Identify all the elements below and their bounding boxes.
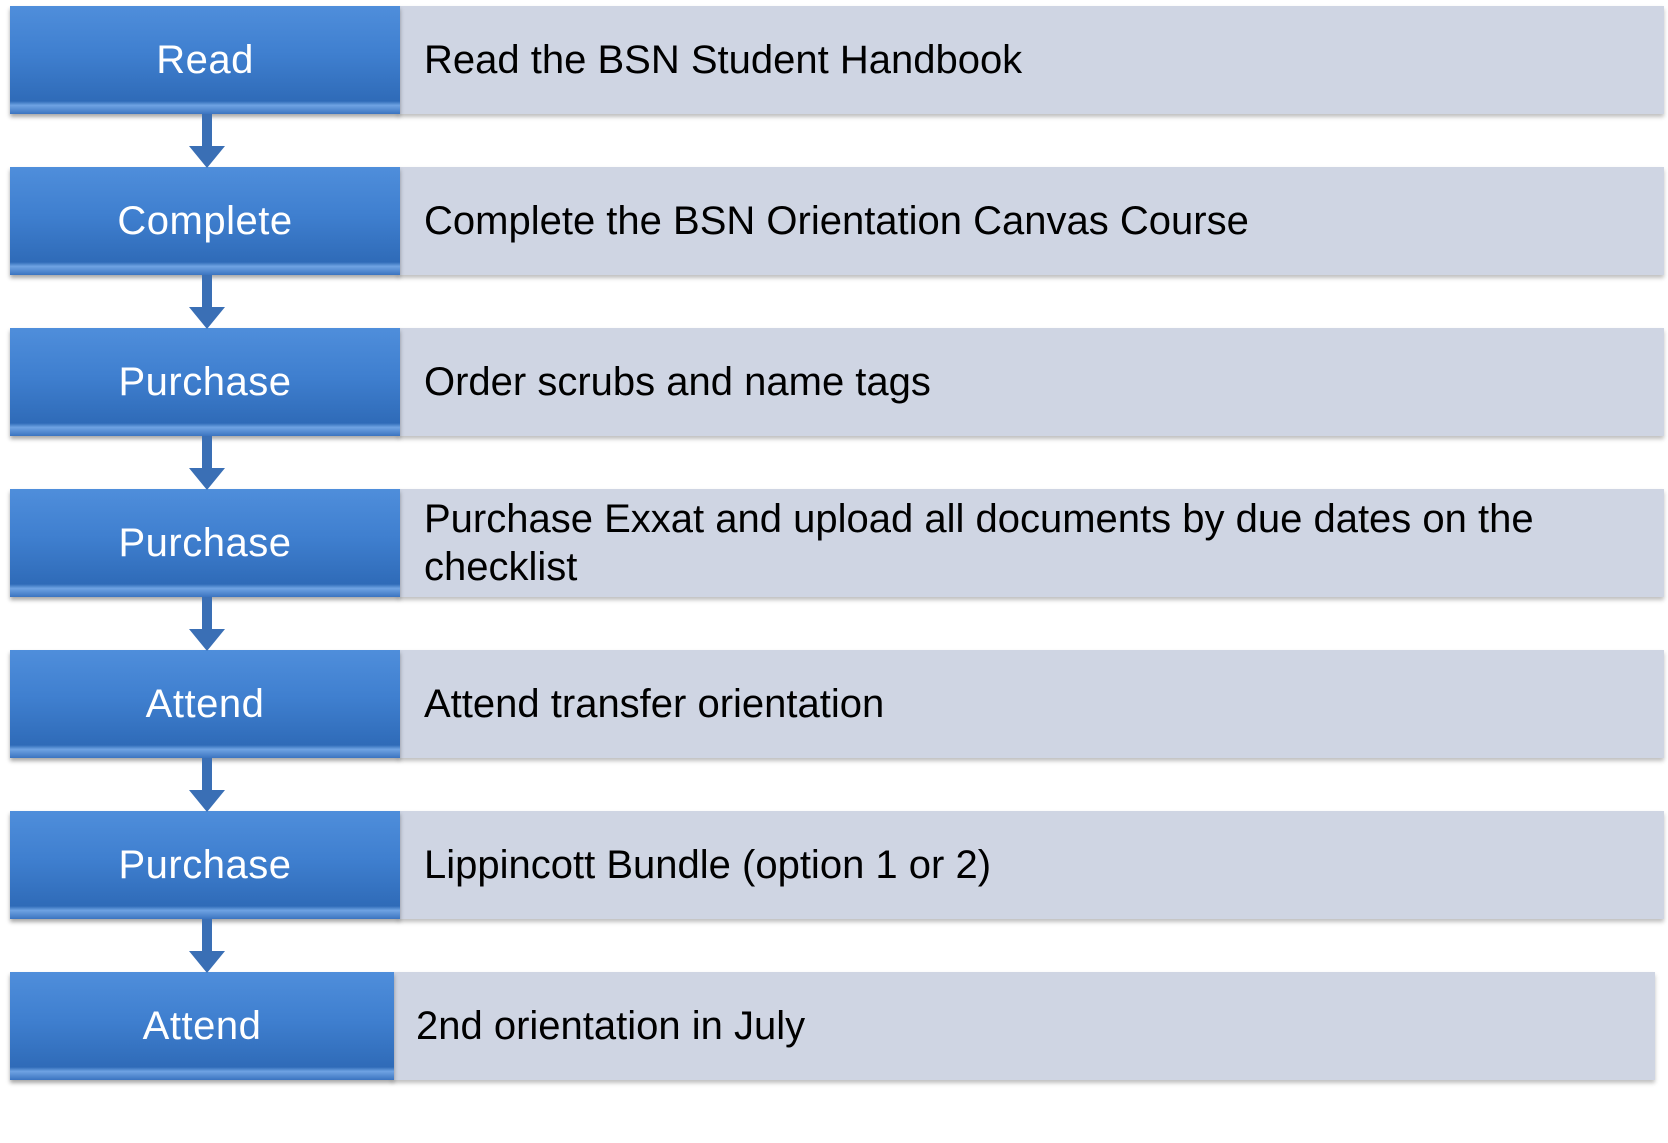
step-label-box: Complete xyxy=(10,167,400,275)
step-description-box: Lippincott Bundle (option 1 or 2) xyxy=(398,811,1664,919)
step-description: Order scrubs and name tags xyxy=(424,360,931,404)
step-label-box: Purchase xyxy=(10,489,400,597)
step-description: Purchase Exxat and upload all documents … xyxy=(424,497,1534,589)
step-description-box: Complete the BSN Orientation Canvas Cour… xyxy=(398,167,1664,275)
step-description-box: Read the BSN Student Handbook xyxy=(398,6,1664,114)
step-label: Purchase xyxy=(118,359,292,404)
down-arrow-icon xyxy=(187,275,227,329)
step-7: Attend 2nd orientation in July xyxy=(10,972,1655,1080)
step-label-box: Read xyxy=(10,6,400,114)
down-arrow-icon xyxy=(187,436,227,490)
down-arrow-icon xyxy=(187,597,227,651)
step-label: Purchase xyxy=(118,520,292,565)
step-label-box: Purchase xyxy=(10,811,400,919)
step-label: Attend xyxy=(142,1003,262,1048)
step-label-box: Attend xyxy=(10,972,394,1080)
down-arrow-icon xyxy=(187,114,227,168)
step-6: Purchase Lippincott Bundle (option 1 or … xyxy=(10,811,1665,919)
step-4: Purchase Purchase Exxat and upload all d… xyxy=(10,489,1665,597)
step-label: Complete xyxy=(117,198,293,243)
process-flow: Read Read the BSN Student Handbook Compl… xyxy=(0,0,1668,1143)
step-3: Purchase Order scrubs and name tags xyxy=(10,328,1665,436)
step-description-box: Attend transfer orientation xyxy=(398,650,1664,758)
step-description-box: Order scrubs and name tags xyxy=(398,328,1664,436)
step-label-box: Purchase xyxy=(10,328,400,436)
step-label: Read xyxy=(156,37,254,82)
step-description-box: Purchase Exxat and upload all documents … xyxy=(398,489,1664,597)
down-arrow-icon xyxy=(187,758,227,812)
step-description: Lippincott Bundle (option 1 or 2) xyxy=(424,843,992,887)
step-description: Attend transfer orientation xyxy=(424,682,885,726)
step-label: Purchase xyxy=(118,842,292,887)
step-1: Read Read the BSN Student Handbook xyxy=(10,6,1665,114)
step-description: Complete the BSN Orientation Canvas Cour… xyxy=(424,199,1249,243)
step-description: 2nd orientation in July xyxy=(416,1004,806,1048)
step-label-box: Attend xyxy=(10,650,400,758)
step-5: Attend Attend transfer orientation xyxy=(10,650,1665,758)
step-description-box: 2nd orientation in July xyxy=(392,972,1655,1080)
down-arrow-icon xyxy=(187,919,227,973)
step-label: Attend xyxy=(145,681,265,726)
step-description: Read the BSN Student Handbook xyxy=(424,38,1023,82)
step-2: Complete Complete the BSN Orientation Ca… xyxy=(10,167,1665,275)
